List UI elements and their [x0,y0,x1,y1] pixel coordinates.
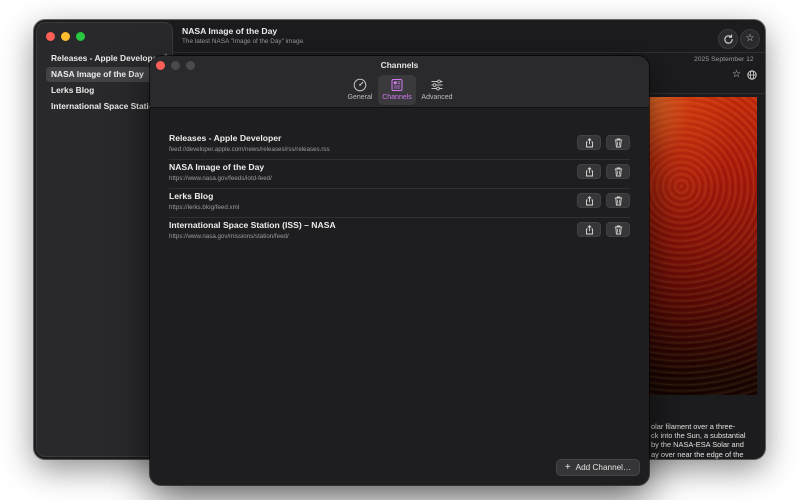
article-text-line: ay over near the edge of the [651,449,744,459]
channel-name: Lerks Blog [169,191,214,201]
share-button[interactable] [577,164,601,179]
sidebar-item-nasa-image[interactable]: NASA Image of the Day 3 [46,67,175,82]
globe-icon[interactable] [747,69,757,84]
feed-title: NASA Image of the Day [182,26,278,36]
settings-window: Channels General Channels Advanced Relea… [150,56,649,485]
channel-url: https://lerks.blog/feed.xml [169,204,240,211]
settings-title: Channels [380,60,419,70]
channel-name: International Space Station (ISS) – NASA [169,220,336,230]
article-date: 2025 September 12 [694,56,754,63]
settings-toolbar: Channels General Channels Advanced [150,56,649,108]
favorite-button[interactable]: ☆ [740,29,760,49]
close-button[interactable] [46,32,55,41]
sidebar-item-releases[interactable]: Releases - Apple Developer 10 [46,51,167,66]
share-button[interactable] [577,222,601,237]
gauge-icon [353,78,367,92]
trash-icon [614,138,622,148]
share-icon [585,196,593,206]
feed-subtitle: The latest NASA "Image of the Day" image… [182,38,305,45]
channel-url: https://www.nasa.gov/feeds/iotd-feed/ [169,175,272,182]
list-item: Releases - Apple Developer feed://develo… [169,131,630,160]
window-controls [46,32,85,41]
header-divider [173,52,765,53]
tab-channels[interactable]: Channels [378,75,416,105]
delete-button[interactable] [606,135,630,150]
article-text-line: ck into the Sun, a substantial [651,431,746,441]
tab-advanced[interactable]: Advanced [418,75,456,105]
trash-icon [614,167,622,177]
refresh-button[interactable] [718,29,738,49]
star-icon: ☆ [745,33,755,44]
share-icon [585,225,593,235]
channel-url: feed://developer.apple.com/news/releases… [169,146,330,153]
tab-general[interactable]: General [343,75,377,105]
refresh-icon [723,34,733,44]
channel-name: NASA Image of the Day [169,162,265,172]
share-button[interactable] [577,135,601,150]
delete-button[interactable] [606,164,630,179]
channel-url: https://www.nasa.gov/missions/station/fe… [169,233,289,240]
sidebar-item-iss[interactable]: International Space Station (ISS) – NASA… [46,99,167,114]
add-channel-button[interactable]: + Add Channel… [556,459,640,476]
sidebar-item-label: Lerks Blog [51,85,95,95]
trash-icon [614,225,622,235]
article-image [649,97,757,395]
tab-label: General [347,94,373,101]
sidebar-item-label: NASA Image of the Day [51,69,144,79]
delete-button[interactable] [606,222,630,237]
sliders-icon [431,79,443,91]
detail-divider [649,93,765,94]
list-item: NASA Image of the Day https://www.nasa.g… [169,160,630,189]
add-channel-label: Add Channel… [575,463,632,472]
plus-icon: + [564,462,571,473]
zoom-button[interactable] [76,32,85,41]
minimize-button[interactable] [61,32,70,41]
article-text-line: by the NASA-ESA Solar and [651,440,744,450]
list-item: Lerks Blog https://lerks.blog/feed.xml [169,189,630,218]
channel-name: Releases - Apple Developer [169,133,282,143]
share-icon [585,167,593,177]
share-icon [585,138,593,148]
sidebar-item-label: Releases - Apple Developer [51,53,161,63]
tab-label: Advanced [421,94,453,101]
star-outline-icon[interactable]: ☆ [732,69,741,81]
article-text-line: olar filament over a three- [651,422,736,431]
delete-button[interactable] [606,193,630,208]
share-button[interactable] [577,193,601,208]
list-item: International Space Station (ISS) – NASA… [169,218,630,247]
newspaper-icon [391,79,403,91]
content-header: NASA Image of the Day The latest NASA "I… [182,25,760,51]
sidebar-item-lerks-blog[interactable]: Lerks Blog [46,83,167,98]
article-text: olar filament over a three- ck into the … [651,422,759,459]
trash-icon [614,196,622,206]
tab-label: Channels [382,94,412,101]
